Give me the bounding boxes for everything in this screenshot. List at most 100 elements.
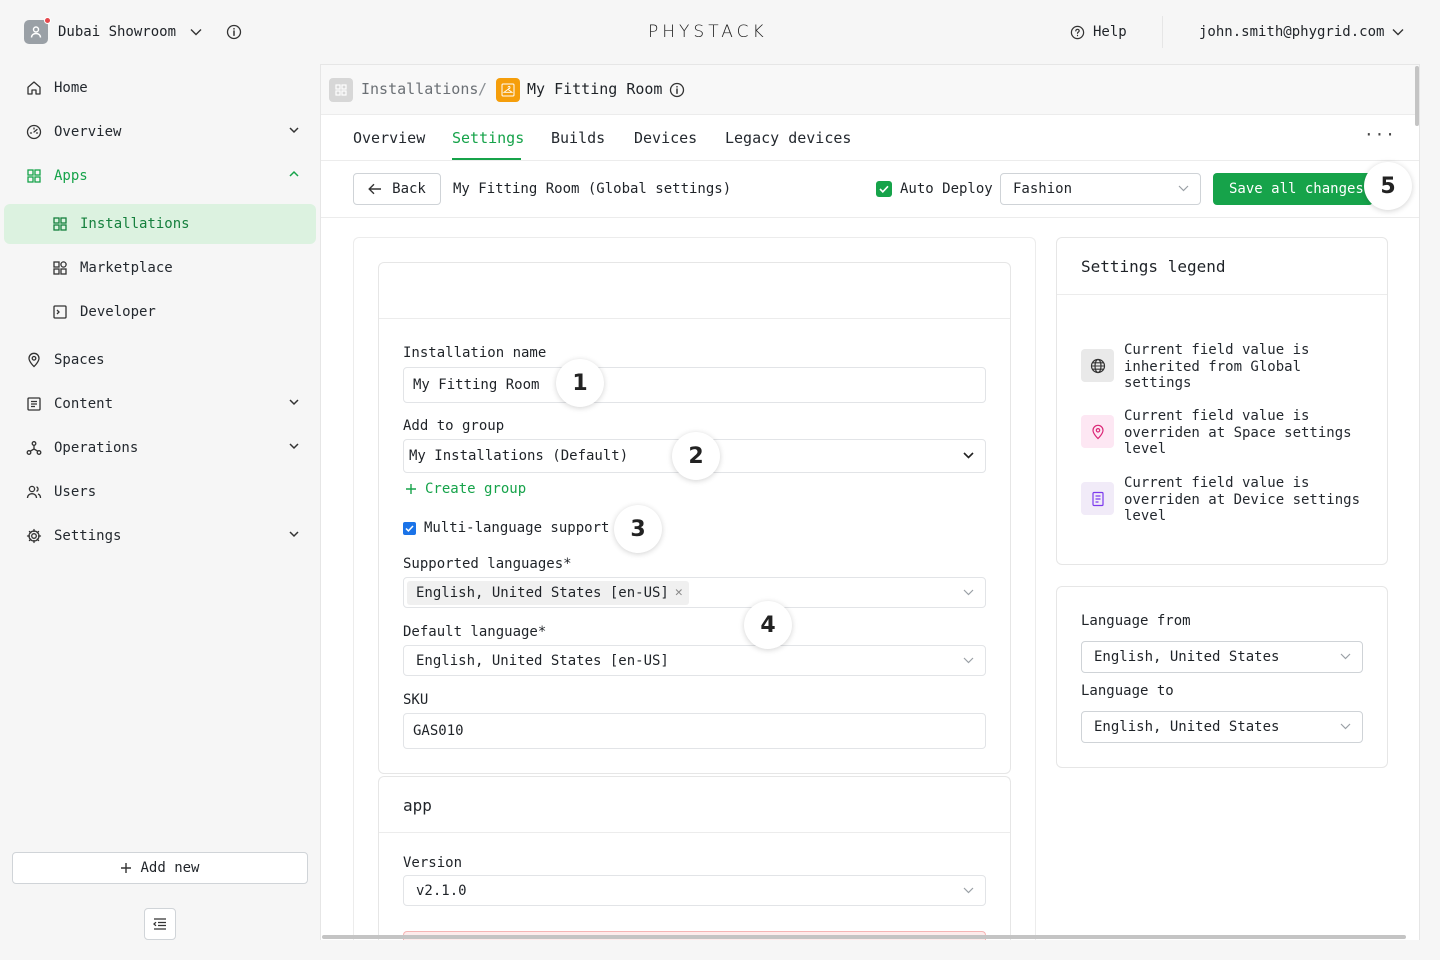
sidebar-item-label: Marketplace bbox=[80, 260, 173, 276]
breadcrumb-installations-link[interactable]: Installations bbox=[361, 80, 478, 98]
step-marker-1: 1 bbox=[556, 359, 604, 407]
add-new-label: Add new bbox=[140, 860, 200, 876]
chevron-down-icon bbox=[289, 531, 299, 538]
sidebar-item-content[interactable]: Content bbox=[26, 384, 310, 424]
help-label: Help bbox=[1093, 24, 1127, 40]
sku-input[interactable]: GAS010 bbox=[403, 713, 986, 749]
location-pin-icon bbox=[1081, 415, 1114, 448]
tab-devices[interactable]: Devices bbox=[634, 129, 697, 147]
divider bbox=[1162, 16, 1163, 48]
sidebar-item-settings[interactable]: Settings bbox=[26, 516, 310, 556]
save-all-changes-button[interactable]: Save all changes bbox=[1213, 173, 1373, 205]
environment-select[interactable]: Fashion bbox=[1000, 173, 1201, 205]
horizontal-scrollbar[interactable] bbox=[322, 935, 1406, 939]
globe-icon bbox=[1081, 349, 1114, 382]
language-to-select[interactable]: English, United States bbox=[1081, 711, 1363, 743]
more-options-button[interactable]: ··· bbox=[1364, 125, 1396, 144]
installation-name-input[interactable]: My Fitting Room bbox=[403, 367, 986, 403]
sidebar-item-spaces[interactable]: Spaces bbox=[26, 340, 310, 380]
apps-grid-icon bbox=[27, 169, 41, 183]
multi-language-checkbox[interactable]: Multi-language support bbox=[403, 520, 609, 536]
multi-language-label: Multi-language support bbox=[424, 520, 610, 536]
language-preview-card: Language from English, United States Lan… bbox=[1056, 586, 1388, 768]
step-marker-3: 3 bbox=[614, 505, 662, 553]
card-header bbox=[379, 263, 1010, 319]
tab-overview[interactable]: Overview bbox=[353, 129, 425, 147]
marketplace-icon bbox=[53, 261, 67, 275]
supported-languages-select[interactable]: English, United States [en-US] ✕ bbox=[403, 577, 986, 608]
terminal-icon bbox=[53, 305, 67, 319]
checkmark-icon bbox=[879, 185, 889, 193]
sidebar-item-users[interactable]: Users bbox=[26, 472, 310, 512]
legend-item-device: Current field value is overriden at Devi… bbox=[1081, 475, 1371, 525]
sidebar-item-label: Home bbox=[54, 80, 88, 96]
main-panel: Installations / My Fitting Room Overview… bbox=[320, 64, 1420, 940]
apps-grid-icon bbox=[53, 217, 67, 231]
checkbox-checked[interactable] bbox=[403, 521, 416, 535]
legend-title: Settings legend bbox=[1081, 257, 1226, 276]
sidebar-item-label: Users bbox=[54, 484, 97, 500]
sku-label: SKU bbox=[403, 692, 429, 708]
chevron-down-icon bbox=[963, 589, 974, 595]
sidebar-item-overview[interactable]: Overview bbox=[26, 112, 310, 152]
language-from-select[interactable]: English, United States bbox=[1081, 641, 1363, 673]
gear-icon bbox=[26, 528, 42, 544]
sidebar-item-label: Developer bbox=[80, 304, 156, 320]
arrow-left-icon bbox=[368, 183, 382, 195]
sidebar-item-operations[interactable]: Operations bbox=[26, 428, 310, 468]
sidebar-item-label: Apps bbox=[54, 168, 88, 184]
step-marker-2: 2 bbox=[672, 432, 720, 480]
org-name: Dubai Showroom bbox=[58, 24, 177, 40]
info-icon[interactable] bbox=[669, 82, 685, 98]
legend-item-text: Current field value is overriden at Spac… bbox=[1124, 408, 1352, 457]
sidebar-item-home[interactable]: Home bbox=[26, 68, 310, 108]
user-email: john.smith@phygrid.com bbox=[1199, 24, 1385, 40]
users-icon bbox=[26, 485, 42, 499]
vertical-scrollbar[interactable] bbox=[1415, 66, 1419, 126]
chevron-down-icon bbox=[963, 452, 974, 459]
sidebar-item-installations[interactable]: Installations bbox=[4, 204, 316, 244]
step-marker-5: 5 bbox=[1364, 162, 1412, 210]
language-tag-label: English, United States [en-US] bbox=[416, 584, 669, 601]
sidebar-item-apps[interactable]: Apps bbox=[26, 156, 310, 196]
add-new-button[interactable]: Add new bbox=[12, 852, 308, 884]
device-icon bbox=[1081, 482, 1114, 515]
app-hanger-icon bbox=[496, 78, 520, 102]
tab-legacy-devices[interactable]: Legacy devices bbox=[725, 129, 851, 147]
network-nodes-icon bbox=[26, 441, 42, 455]
tab-settings[interactable]: Settings bbox=[452, 129, 524, 147]
notification-dot bbox=[44, 17, 51, 24]
auto-deploy-checkbox[interactable]: Auto Deploy bbox=[876, 181, 993, 197]
help-button[interactable]: Help bbox=[1070, 24, 1127, 40]
language-to-label: Language to bbox=[1081, 683, 1174, 699]
org-switcher[interactable]: Dubai Showroom bbox=[24, 17, 242, 44]
create-group-link[interactable]: Create group bbox=[405, 481, 526, 497]
user-menu[interactable]: john.smith@phygrid.com bbox=[1199, 24, 1404, 40]
default-language-label: Default language* bbox=[403, 624, 547, 640]
remove-tag-icon[interactable]: ✕ bbox=[675, 585, 683, 600]
location-pin-icon bbox=[28, 352, 40, 368]
legend-item-global: Current field value is inherited from Gl… bbox=[1081, 342, 1371, 392]
legend-item-text: Current field value is overriden at Devi… bbox=[1124, 475, 1361, 524]
top-bar: Dubai Showroom PHYSTACK Help john.smith@… bbox=[0, 0, 1440, 64]
tab-builds[interactable]: Builds bbox=[551, 129, 605, 147]
brand-logo[interactable]: PHYSTACK bbox=[648, 22, 768, 42]
org-avatar bbox=[24, 17, 51, 44]
chevron-down-icon bbox=[963, 657, 974, 663]
add-to-group-label: Add to group bbox=[403, 418, 505, 434]
chevron-down-icon bbox=[289, 399, 299, 406]
settings-legend: Settings legend Current field value is i… bbox=[1056, 237, 1388, 565]
save-label: Save all changes bbox=[1229, 181, 1364, 197]
collapse-sidebar-button[interactable] bbox=[144, 908, 176, 940]
home-icon bbox=[27, 81, 41, 95]
back-button[interactable]: Back bbox=[353, 173, 441, 205]
chevron-down-icon[interactable] bbox=[190, 28, 202, 36]
checkbox-checked[interactable] bbox=[876, 181, 892, 197]
info-icon[interactable] bbox=[226, 24, 242, 40]
sidebar-item-developer[interactable]: Developer bbox=[4, 292, 316, 332]
sidebar-item-marketplace[interactable]: Marketplace bbox=[4, 248, 316, 288]
default-language-select[interactable]: English, United States [en-US] bbox=[403, 645, 986, 676]
version-select[interactable]: v2.1.0 bbox=[403, 875, 986, 906]
language-tag: English, United States [en-US] ✕ bbox=[407, 580, 689, 605]
settings-form: Installation name My Fitting Room Add to… bbox=[353, 237, 1036, 940]
